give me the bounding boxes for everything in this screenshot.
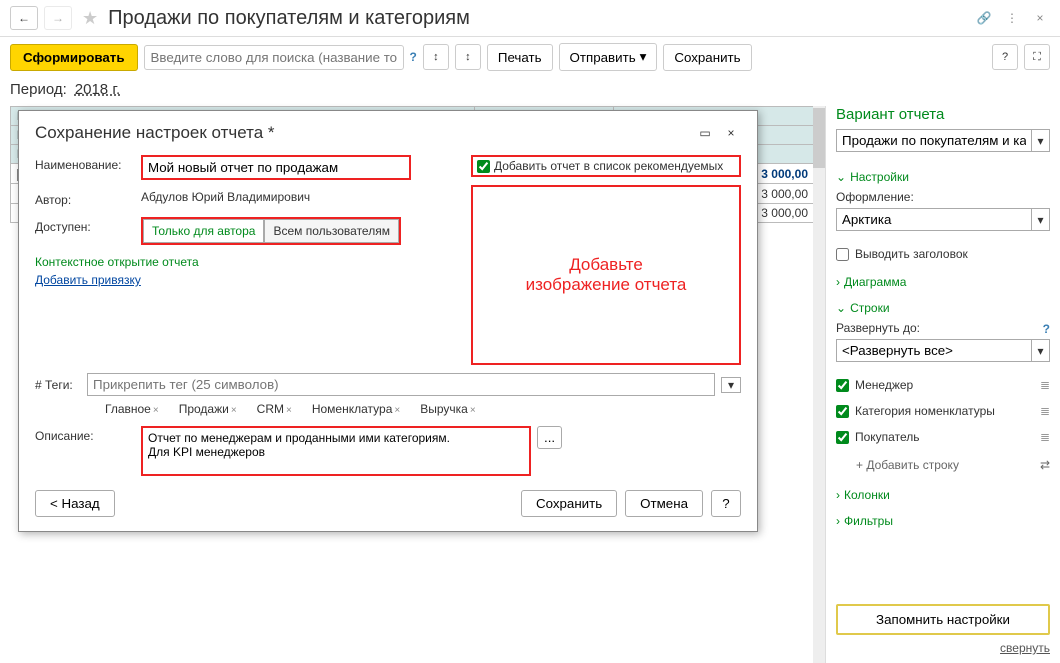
access-all-button[interactable]: Всем пользователям xyxy=(264,219,399,243)
add-binding-link[interactable]: Добавить привязку xyxy=(35,273,141,287)
save-button[interactable]: Сохранить xyxy=(663,44,751,71)
row-item[interactable]: Покупатель ≣ xyxy=(836,430,1050,444)
expand-label: Развернуть до: xyxy=(836,321,1043,335)
author-label: Автор: xyxy=(35,190,135,207)
access-label: Доступен: xyxy=(35,217,135,234)
favorite-star-icon[interactable]: ★ xyxy=(82,8,98,29)
search-help-icon[interactable]: ? xyxy=(410,50,417,64)
variant-dropdown-button[interactable]: ▾ xyxy=(1032,129,1050,152)
variant-select[interactable] xyxy=(836,129,1032,152)
tag-remove-icon[interactable]: × xyxy=(153,405,159,416)
recommend-checkbox[interactable] xyxy=(477,160,490,173)
tags-input[interactable] xyxy=(87,373,715,396)
appearance-dropdown-button[interactable]: ▾ xyxy=(1032,208,1050,231)
sort-asc-button[interactable]: ↕ xyxy=(423,44,449,70)
add-row-button[interactable]: + Добавить строку ⇄ xyxy=(856,458,1050,472)
row-checkbox[interactable] xyxy=(836,379,849,392)
drag-handle-icon[interactable]: ≣ xyxy=(1040,404,1050,418)
period-label: Период: xyxy=(10,81,67,98)
search-input[interactable] xyxy=(144,45,404,70)
tag-remove-icon[interactable]: × xyxy=(394,405,400,416)
description-input[interactable] xyxy=(141,426,531,476)
period-value[interactable]: 2018 г. xyxy=(75,81,120,98)
tag-item[interactable]: Продажи× xyxy=(179,402,237,416)
tag-remove-icon[interactable]: × xyxy=(231,405,237,416)
variant-title: Вариант отчета xyxy=(836,106,1050,123)
tag-item[interactable]: Выручка× xyxy=(420,402,475,416)
row-checkbox[interactable] xyxy=(836,405,849,418)
close-icon[interactable]: × xyxy=(1030,8,1050,28)
vertical-scrollbar[interactable] xyxy=(813,106,825,663)
tag-item[interactable]: CRM× xyxy=(257,402,292,416)
fullscreen-button[interactable]: ⛶ xyxy=(1024,44,1050,70)
drag-handle-icon[interactable]: ≣ xyxy=(1040,430,1050,444)
tag-item[interactable]: Главное× xyxy=(105,402,159,416)
chevron-down-icon: ▾ xyxy=(640,49,647,65)
section-settings[interactable]: Настройки xyxy=(836,170,1050,184)
section-filters[interactable]: Фильтры xyxy=(836,514,1050,528)
show-header-label: Выводить заголовок xyxy=(855,247,968,261)
back-button[interactable]: < Назад xyxy=(35,490,115,517)
page-title: Продажи по покупателям и категориям xyxy=(108,7,968,30)
toolbar-help-button[interactable]: ? xyxy=(992,44,1018,70)
dialog-title: Сохранение настроек отчета * xyxy=(35,123,689,143)
desc-label: Описание: xyxy=(35,426,135,443)
section-chart[interactable]: Диаграмма xyxy=(836,275,1050,289)
appearance-label: Оформление: xyxy=(836,190,1050,204)
dialog-help-button[interactable]: ? xyxy=(711,490,741,517)
send-button[interactable]: Отправить ▾ xyxy=(559,43,658,71)
desc-more-button[interactable]: ... xyxy=(537,426,562,449)
expand-select[interactable] xyxy=(836,339,1032,362)
section-columns[interactable]: Колонки xyxy=(836,488,1050,502)
nav-forward-button[interactable]: → xyxy=(44,6,72,30)
tag-remove-icon[interactable]: × xyxy=(286,405,292,416)
tag-remove-icon[interactable]: × xyxy=(470,405,476,416)
row-item[interactable]: Категория номенклатуры ≣ xyxy=(836,404,1050,418)
link-icon[interactable]: 🔗 xyxy=(974,8,994,28)
sort-desc-button[interactable]: ↕ xyxy=(455,44,481,70)
collapse-panel-link[interactable]: свернуть xyxy=(1000,641,1050,655)
name-input[interactable] xyxy=(141,155,411,180)
remember-settings-button[interactable]: Запомнить настройки xyxy=(836,604,1050,635)
access-self-button[interactable]: Только для автора xyxy=(143,219,264,243)
dialog-cancel-button[interactable]: Отмена xyxy=(625,490,703,517)
nav-back-button[interactable]: ← xyxy=(10,6,38,30)
dialog-maximize-button[interactable]: ▭ xyxy=(695,123,715,143)
row-checkbox[interactable] xyxy=(836,431,849,444)
recommend-label: Добавить отчет в список рекомендуемых xyxy=(494,159,723,173)
generate-button[interactable]: Сформировать xyxy=(10,44,138,71)
drag-handle-icon[interactable]: ≣ xyxy=(1040,378,1050,392)
tags-label: # Теги: xyxy=(35,378,81,392)
context-section-title: Контекстное открытие отчета xyxy=(35,255,457,269)
image-drop-area[interactable]: Добавьте изображение отчета xyxy=(471,185,741,365)
row-item[interactable]: Менеджер ≣ xyxy=(836,378,1050,392)
name-label: Наименование: xyxy=(35,155,135,172)
show-header-checkbox[interactable] xyxy=(836,248,849,261)
dialog-save-button[interactable]: Сохранить xyxy=(521,490,617,517)
appearance-select[interactable] xyxy=(836,208,1032,231)
tag-item[interactable]: Номенклатура× xyxy=(312,402,400,416)
author-value: Абдулов Юрий Владимирович xyxy=(141,190,310,204)
expand-dropdown-button[interactable]: ▾ xyxy=(1032,339,1050,362)
dialog-close-button[interactable]: × xyxy=(721,123,741,143)
tags-dropdown-button[interactable]: ▾ xyxy=(721,377,741,393)
more-icon[interactable]: ⋮ xyxy=(1002,8,1022,28)
print-button[interactable]: Печать xyxy=(487,44,553,71)
section-rows[interactable]: Строки xyxy=(836,301,1050,315)
save-settings-dialog: Сохранение настроек отчета * ▭ × Наимено… xyxy=(18,110,758,532)
expand-help-icon[interactable]: ? xyxy=(1043,322,1050,336)
shuffle-icon[interactable]: ⇄ xyxy=(1040,458,1050,472)
